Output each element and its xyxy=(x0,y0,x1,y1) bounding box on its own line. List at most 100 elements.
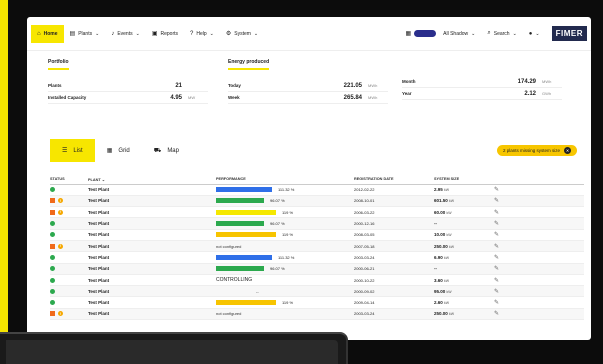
kv-unit: MWh xyxy=(542,79,552,84)
registration-date: 2000-09-02 xyxy=(354,285,434,298)
shadow-toggle[interactable] xyxy=(414,30,437,37)
pencil-icon[interactable]: ✎ xyxy=(494,311,499,317)
kv-unit: MWh xyxy=(368,83,378,88)
nav-help[interactable]: ? Help ⌄ xyxy=(184,25,220,43)
tab-list[interactable]: ☰ List xyxy=(50,139,95,162)
status-cell: ! xyxy=(50,240,88,253)
table-row[interactable]: Test Plant 111.32 % 2012-02-22 2.95 kW ✎ xyxy=(50,184,584,196)
table-row[interactable]: ! Test Plant not configured 2007-05-18 250.0… xyxy=(50,240,584,253)
edit-cell: ✎ xyxy=(494,296,584,309)
header-plant[interactable]: PLANT ⌄ xyxy=(88,175,216,185)
plant-name[interactable]: Test Plant xyxy=(88,296,216,309)
monitor-screen: ⌂ Home ▤ Plants ⌄ ♪ Events ⌄ ▣ Reports ? Help ⌄ … xyxy=(27,17,591,340)
table-row[interactable]: Test Plant 96.07 % 2000-06-21 -- ✎ xyxy=(50,263,584,275)
nav-home[interactable]: ⌂ Home xyxy=(31,24,64,43)
kv-value: 174.29 xyxy=(517,78,536,85)
status-cell xyxy=(50,263,88,275)
performance-value: not configured xyxy=(216,243,242,249)
pencil-icon[interactable]: ✎ xyxy=(494,198,499,204)
table-row[interactable]: Test Plant 96.07 % 2000-12-16 -- ✎ xyxy=(50,217,584,230)
edit-cell: ✎ xyxy=(494,308,584,321)
warning-icon: ! xyxy=(58,209,63,215)
header-system-size[interactable]: SYSTEM SIZE xyxy=(434,175,494,185)
kv-row: Today 221.05 MWh xyxy=(228,80,388,92)
system-size-cell: -- xyxy=(434,263,494,275)
kv-unit: MW xyxy=(188,95,196,100)
table-row[interactable]: Test Plant 119 % 2008-03-05 10.00 kW ✎ xyxy=(50,229,584,241)
system-size-cell: 6.90 kW xyxy=(434,251,494,264)
chevron-down-icon: ⌄ xyxy=(512,30,517,37)
portfolio-title: Portfolio xyxy=(48,59,69,70)
plants-table: STATUS PLANT ⌄ PERFORMANCE REGISTRATION … xyxy=(50,175,584,321)
plant-name[interactable]: Test Plant xyxy=(88,308,216,321)
missing-size-badge[interactable]: 2 plants missing system size ✕ xyxy=(496,145,577,156)
pencil-icon[interactable]: ✎ xyxy=(494,255,499,261)
pencil-icon[interactable]: ✎ xyxy=(494,187,499,193)
registration-date: 2009-04-14 xyxy=(354,296,434,309)
chevron-down-icon: ⌄ xyxy=(209,30,214,37)
table-row[interactable]: Test Plant -- 2000-09-02 95.00 kW ✎ xyxy=(50,285,584,298)
pencil-icon[interactable]: ✎ xyxy=(494,300,499,306)
header-registration-date[interactable]: REGISTRATION DATE xyxy=(354,175,434,185)
table-row[interactable]: Test Plant CONTROLLING 2000-10-22 3.60 kW ✎ xyxy=(50,274,584,287)
table-row[interactable]: Test Plant 111.32 % 2003-03-24 6.90 kW ✎ xyxy=(50,251,584,264)
performance-cell: 96.07 % xyxy=(216,195,354,208)
table-row[interactable]: ! Test Plant 96.07 % 2008-10-01 601.50 kW ✎ xyxy=(50,195,584,208)
system-size-cell: 250.00 kW xyxy=(434,308,494,321)
plant-name[interactable]: Test Plant xyxy=(88,251,216,264)
pencil-icon[interactable]: ✎ xyxy=(494,221,499,227)
plant-name[interactable]: Test Plant xyxy=(88,217,216,230)
top-navigation: ⌂ Home ▤ Plants ⌄ ♪ Events ⌄ ▣ Reports ? Help ⌄ … xyxy=(27,17,591,51)
tab-grid[interactable]: ▦ Grid xyxy=(95,139,142,162)
nav-plants[interactable]: ▤ Plants ⌄ xyxy=(64,25,106,43)
system-size-cell: 10.00 kW xyxy=(434,229,494,241)
status-ok-icon xyxy=(50,221,55,227)
performance-value: 111.32 % xyxy=(278,254,295,260)
nav-user[interactable]: ● ⌄ xyxy=(523,25,546,43)
nav-all-shadow[interactable]: ▦ All Shadow ⌄ xyxy=(399,25,481,43)
reports-icon: ▣ xyxy=(151,31,158,37)
performance-value: not configured xyxy=(216,311,242,317)
plant-name[interactable]: Test Plant xyxy=(88,229,216,241)
status-ok-icon xyxy=(50,300,55,306)
performance-bar xyxy=(216,254,272,260)
pencil-icon[interactable]: ✎ xyxy=(494,289,499,295)
performance-cell: CONTROLLING xyxy=(216,274,354,287)
header-performance[interactable]: PERFORMANCE xyxy=(216,175,354,185)
pencil-icon[interactable]: ✎ xyxy=(494,278,499,284)
pencil-icon[interactable]: ✎ xyxy=(494,232,499,238)
system-size-value: 3.60 xyxy=(434,277,443,283)
close-icon[interactable]: ✕ xyxy=(564,147,571,154)
system-size-unit: kW xyxy=(446,233,452,238)
nav-system[interactable]: ⚙ System ⌄ xyxy=(220,25,264,43)
status-cell xyxy=(50,274,88,287)
plant-name[interactable]: Test Plant xyxy=(88,274,216,287)
plant-name[interactable]: Test Plant xyxy=(88,206,216,219)
table-row[interactable]: ! Test Plant not configured 2003-03-24 250.0… xyxy=(50,308,584,321)
performance-cell: 111.32 % xyxy=(216,251,354,264)
nav-events[interactable]: ♪ Events ⌄ xyxy=(105,25,146,43)
system-size-value: 2.60 xyxy=(434,300,443,306)
plant-name[interactable]: Test Plant xyxy=(88,240,216,253)
energy-section: Energy produced Today 221.05 MWh Week 265.84… xyxy=(228,59,388,104)
pencil-icon[interactable]: ✎ xyxy=(494,244,499,250)
system-size-cell: -- xyxy=(434,217,494,230)
nav-search[interactable]: ⌕ Search ⌄ xyxy=(481,25,522,43)
plant-name[interactable]: Test Plant xyxy=(88,184,216,196)
table-row[interactable]: Test Plant 119 % 2009-04-14 2.60 kW ✎ xyxy=(50,296,584,309)
system-size-value: 6.90 xyxy=(434,254,443,260)
plant-name[interactable]: Test Plant xyxy=(88,263,216,275)
table-row[interactable]: ! Test Plant 119 % 2006-03-22 60.00 kW ✎ xyxy=(50,206,584,219)
status-ok-icon xyxy=(50,288,55,294)
header-status[interactable]: STATUS xyxy=(50,175,88,185)
tab-map[interactable]: ⛟ Map xyxy=(142,139,191,162)
summary-sections: Portfolio Plants 21 Installed Capacity 4.95… xyxy=(27,51,591,104)
plant-name[interactable]: Test Plant xyxy=(88,285,216,298)
kv-value: 265.84 xyxy=(343,94,362,101)
nav-reports[interactable]: ▣ Reports xyxy=(146,25,184,43)
pencil-icon[interactable]: ✎ xyxy=(494,266,499,272)
chevron-down-icon: ⌄ xyxy=(101,177,105,182)
plant-name[interactable]: Test Plant xyxy=(88,195,216,208)
pencil-icon[interactable]: ✎ xyxy=(494,210,499,216)
portfolio-section: Portfolio Plants 21 Installed Capacity 4.95… xyxy=(48,59,208,104)
